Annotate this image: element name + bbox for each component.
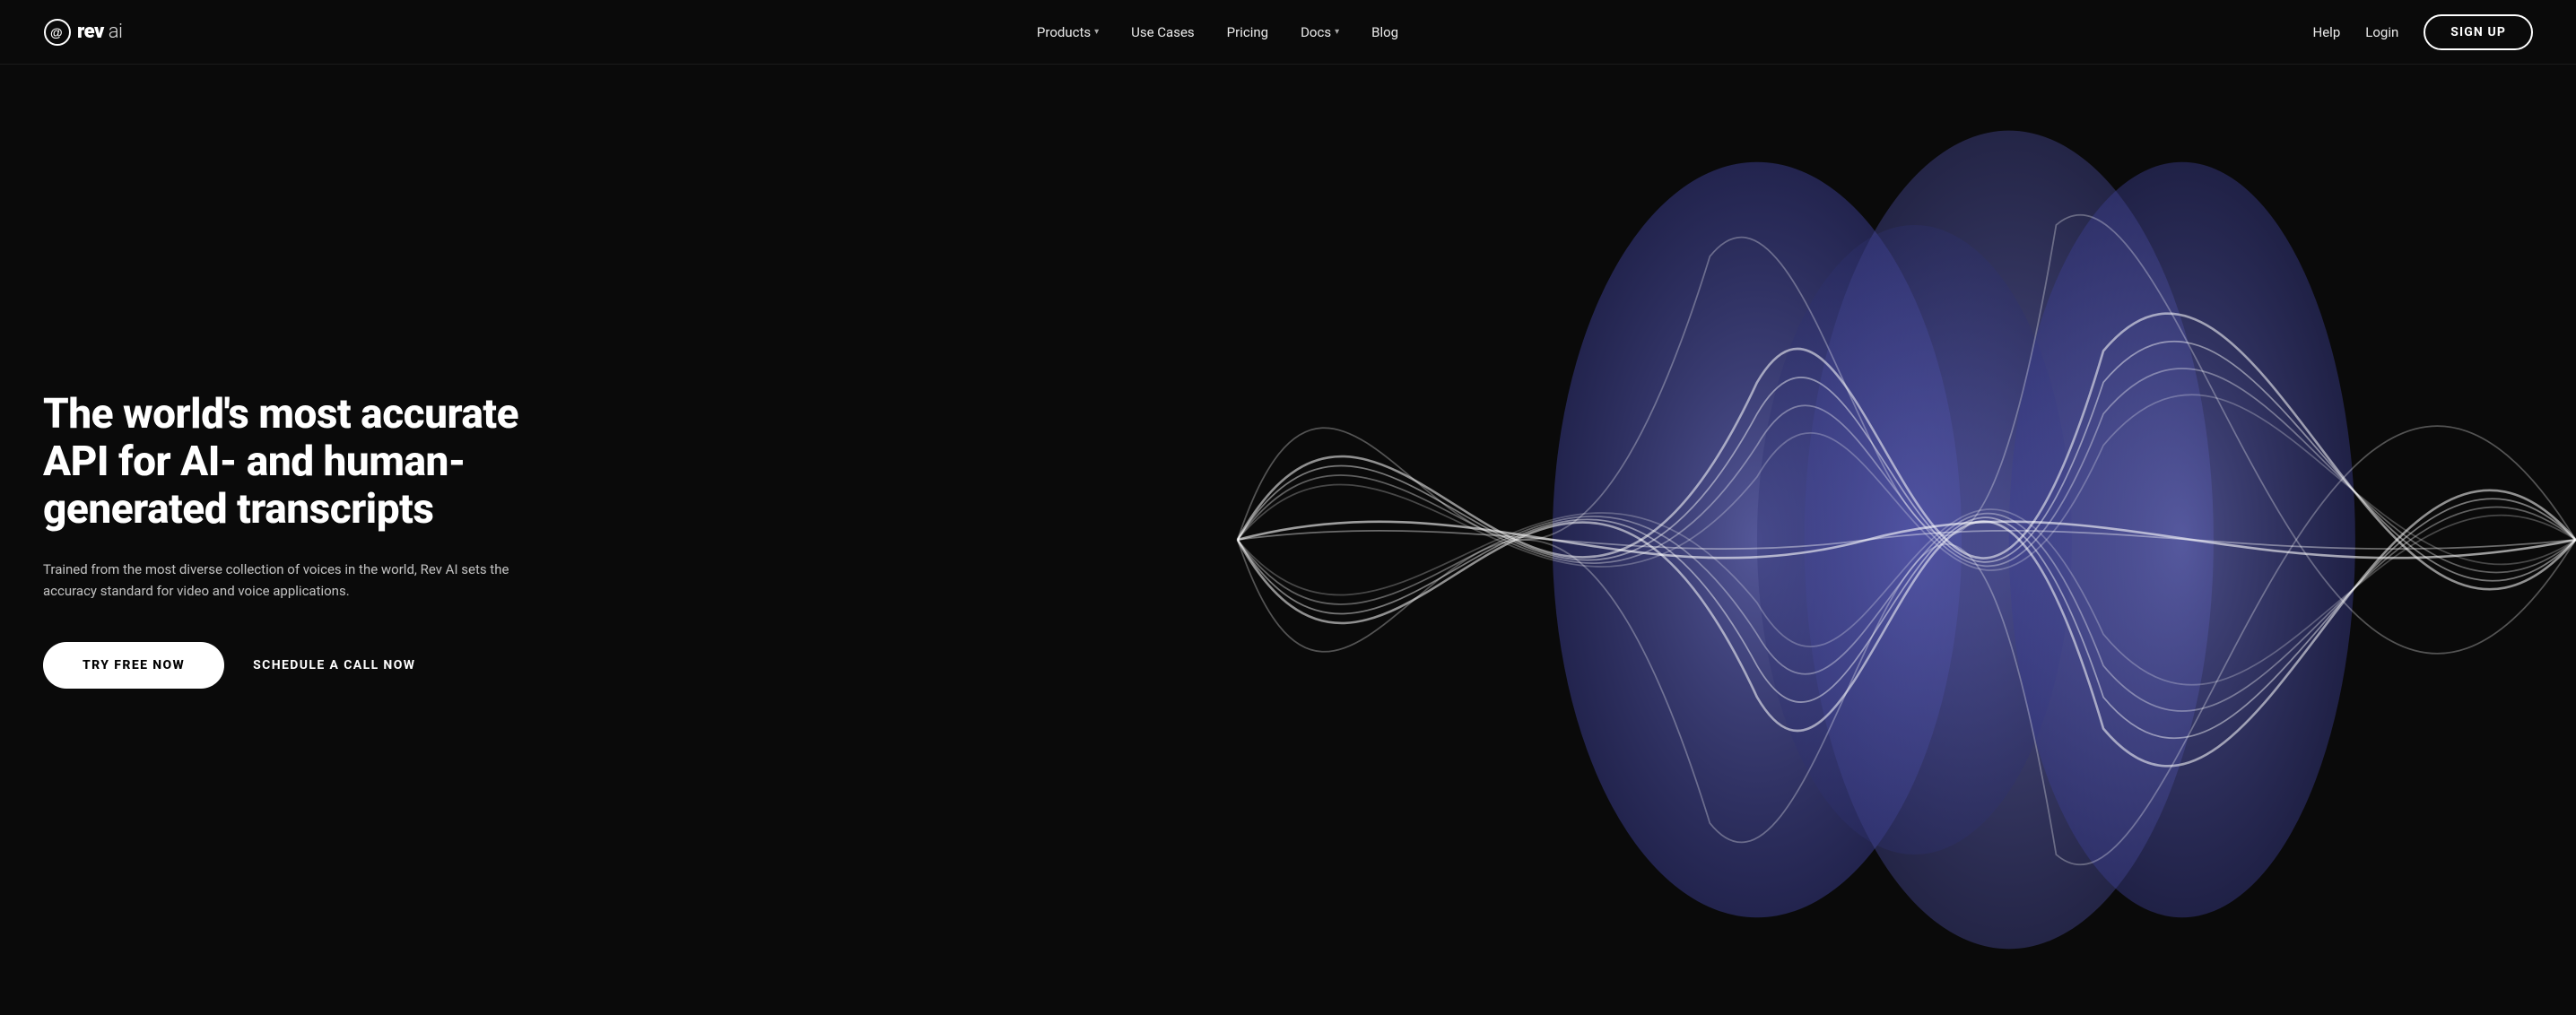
nav-blog[interactable]: Blog: [1371, 24, 1398, 40]
signup-button[interactable]: SIGN UP: [2424, 14, 2533, 50]
waveform-illustration: [1159, 65, 2576, 1015]
nav-login[interactable]: Login: [2365, 24, 2398, 40]
chevron-down-icon: ▾: [1094, 27, 1099, 37]
hero-description: Trained from the most diverse collection…: [43, 559, 509, 603]
hero-content: The world's most accurate API for AI- an…: [43, 391, 599, 689]
nav-docs[interactable]: Docs ▾: [1301, 24, 1339, 40]
logo-icon: @: [43, 18, 72, 47]
hero-section: The world's most accurate API for AI- an…: [0, 65, 2576, 1015]
schedule-call-button[interactable]: SCHEDULE A CALL NOW: [253, 658, 415, 672]
svg-text:@: @: [50, 25, 63, 39]
nav-center: Products ▾ Use Cases Pricing Docs ▾ Blog: [1037, 24, 1398, 40]
logo-wordmark: rev ai: [77, 21, 122, 43]
navbar: @ rev ai Products ▾ Use Cases Pricing Do…: [0, 0, 2576, 65]
nav-use-cases[interactable]: Use Cases: [1131, 24, 1195, 40]
nav-right: Help Login SIGN UP: [2313, 14, 2533, 50]
hero-buttons: TRY FREE NOW SCHEDULE A CALL NOW: [43, 642, 563, 689]
nav-products[interactable]: Products ▾: [1037, 24, 1099, 40]
logo[interactable]: @ rev ai: [43, 18, 122, 47]
nav-pricing[interactable]: Pricing: [1227, 24, 1268, 40]
hero-title: The world's most accurate API for AI- an…: [43, 391, 563, 534]
try-free-button[interactable]: TRY FREE NOW: [43, 642, 224, 689]
nav-help[interactable]: Help: [2313, 24, 2341, 40]
chevron-down-icon: ▾: [1335, 27, 1339, 37]
hero-visual: [1159, 65, 2576, 1015]
